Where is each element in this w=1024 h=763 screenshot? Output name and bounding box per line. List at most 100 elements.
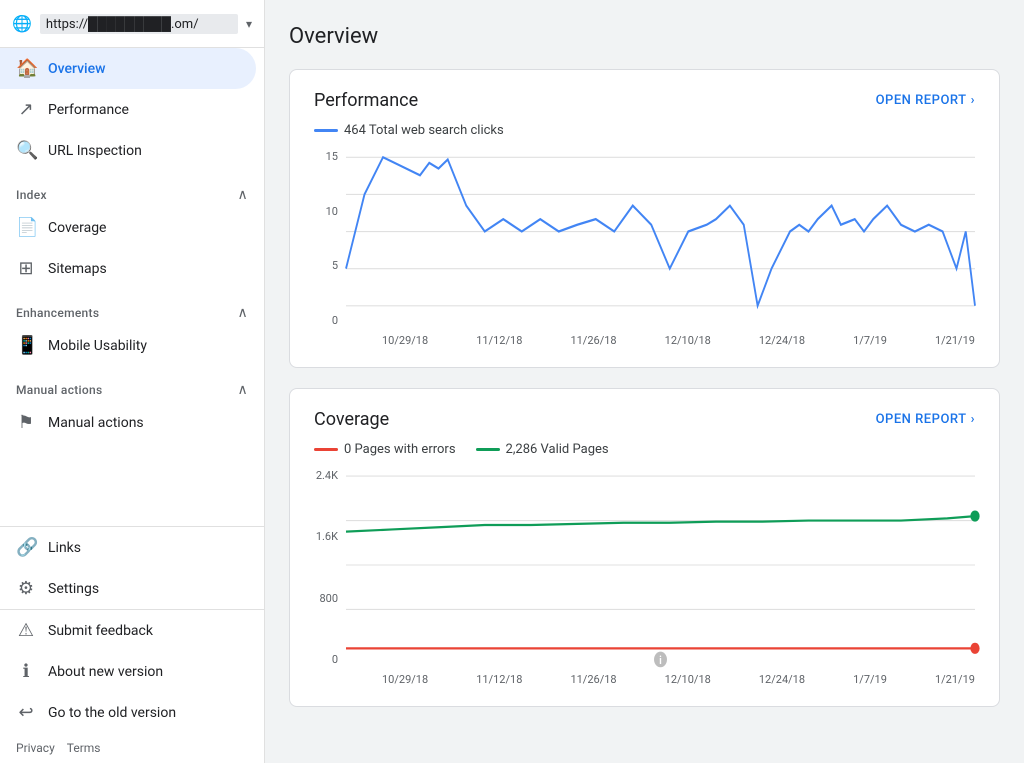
section-index: Index ∧ — [0, 171, 264, 207]
sidebar-footer: Privacy Terms — [0, 733, 264, 763]
nav-item-about-new-version[interactable]: ℹ About new version — [0, 651, 256, 692]
nav-item-mobile-usability[interactable]: 📱 Mobile Usability — [0, 325, 256, 366]
y-label-10: 10 — [326, 205, 338, 218]
sitemaps-icon: ⊞ — [16, 258, 36, 279]
section-enhancements-label: Enhancements — [16, 306, 99, 320]
nav-item-go-to-old[interactable]: ↩ Go to the old version — [0, 692, 256, 733]
x-label-1: 11/12/18 — [476, 334, 522, 347]
performance-chart-body: 10/29/18 11/12/18 11/26/18 12/10/18 12/2… — [346, 146, 975, 347]
mobile-icon: 📱 — [16, 335, 36, 356]
nav-item-overview[interactable]: 🏠 Overview — [0, 48, 256, 89]
coverage-legend-valid: 2,286 Valid Pages — [476, 442, 609, 457]
y-label-800: 800 — [319, 592, 338, 605]
cx-label-6: 1/21/19 — [935, 673, 975, 686]
nav-label-submit-feedback: Submit feedback — [48, 623, 153, 639]
performance-x-axis: 10/29/18 11/12/18 11/26/18 12/10/18 12/2… — [346, 330, 975, 347]
x-label-0: 10/29/18 — [382, 334, 428, 347]
performance-open-report-label: OPEN REPORT — [876, 93, 967, 108]
coverage-errors-line — [314, 448, 338, 451]
nav-item-sitemaps[interactable]: ⊞ Sitemaps — [0, 248, 256, 289]
performance-legend: 464 Total web search clicks — [314, 123, 975, 138]
site-url[interactable]: https://█████████.om/ — [40, 14, 238, 34]
section-manual-actions-label: Manual actions — [16, 383, 102, 397]
section-index-label: Index — [16, 188, 47, 202]
nav-label-performance: Performance — [48, 102, 129, 118]
nav-item-links[interactable]: 🔗 Links — [0, 527, 256, 568]
cx-label-2: 11/26/18 — [570, 673, 616, 686]
nav-item-coverage[interactable]: 📄 Coverage — [0, 207, 256, 248]
page-title: Overview — [289, 24, 1000, 49]
coverage-icon: 📄 — [16, 217, 36, 238]
cx-label-0: 10/29/18 — [382, 673, 428, 686]
coverage-card-header: Coverage OPEN REPORT › — [314, 409, 975, 430]
nav-item-submit-feedback[interactable]: ⚠ Submit feedback — [0, 610, 256, 651]
cx-label-5: 1/7/19 — [853, 673, 887, 686]
coverage-card: Coverage OPEN REPORT › 0 Pages with erro… — [289, 388, 1000, 707]
top-nav: 🏠 Overview ↗ Performance 🔍 URL Inspectio… — [0, 48, 264, 171]
coverage-chart-wrapper: 2.4K 1.6K 800 0 — [314, 465, 975, 686]
y-label-1600: 1.6K — [316, 530, 338, 543]
nav-label-go-to-old: Go to the old version — [48, 705, 176, 721]
nav-item-manual-actions[interactable]: ⚑ Manual actions — [0, 402, 256, 443]
coverage-open-report-button[interactable]: OPEN REPORT › — [876, 412, 975, 427]
sidebar: 🌐 https://█████████.om/ ▾ 🏠 Overview ↗ P… — [0, 0, 265, 763]
x-label-4: 12/24/18 — [759, 334, 805, 347]
home-icon: 🏠 — [16, 58, 36, 79]
nav-item-performance[interactable]: ↗ Performance — [0, 89, 256, 130]
nav-item-url-inspection[interactable]: 🔍 URL Inspection — [0, 130, 256, 171]
links-icon: 🔗 — [16, 537, 36, 558]
coverage-chart-body: i 10/29/18 11/12/18 11/26/18 12/10/18 12… — [346, 465, 975, 686]
performance-legend-item: 464 Total web search clicks — [314, 123, 504, 138]
settings-icon: ⚙ — [16, 578, 36, 599]
coverage-info-text: i — [659, 655, 662, 667]
x-label-6: 1/21/19 — [935, 334, 975, 347]
coverage-report-chevron-icon: › — [971, 412, 975, 427]
main-content: Overview Performance OPEN REPORT › 464 T… — [265, 0, 1024, 763]
section-manual-actions: Manual actions ∧ — [0, 366, 264, 402]
y-label-0c: 0 — [332, 653, 338, 666]
cx-label-1: 11/12/18 — [476, 673, 522, 686]
url-bar: 🌐 https://█████████.om/ ▾ — [0, 0, 264, 48]
coverage-chart-svg: i — [346, 465, 975, 665]
old-version-icon: ↩ — [16, 702, 36, 723]
terms-link[interactable]: Terms — [67, 741, 101, 755]
nav-label-coverage: Coverage — [48, 220, 106, 236]
bottom-nav: 🔗 Links ⚙ Settings ⚠ Submit feedback ℹ A… — [0, 526, 264, 733]
cx-label-4: 12/24/18 — [759, 673, 805, 686]
flag-icon: ⚑ — [16, 412, 36, 433]
y-label-15: 15 — [326, 150, 338, 163]
coverage-open-report-label: OPEN REPORT — [876, 412, 967, 427]
y-label-5: 5 — [332, 259, 338, 272]
coverage-errors-dot — [970, 643, 979, 654]
nav-item-settings[interactable]: ⚙ Settings — [0, 568, 256, 609]
collapse-index-icon[interactable]: ∧ — [237, 187, 248, 203]
performance-y-axis: 15 10 5 0 — [314, 146, 346, 347]
performance-open-report-button[interactable]: OPEN REPORT › — [876, 93, 975, 108]
globe-icon: 🌐 — [12, 14, 32, 33]
performance-card: Performance OPEN REPORT › 464 Total web … — [289, 69, 1000, 368]
x-label-2: 11/26/18 — [570, 334, 616, 347]
coverage-card-title: Coverage — [314, 409, 389, 430]
performance-report-chevron-icon: › — [971, 93, 975, 108]
collapse-manual-actions-icon[interactable]: ∧ — [237, 382, 248, 398]
cx-label-3: 12/10/18 — [665, 673, 711, 686]
url-dropdown-icon[interactable]: ▾ — [246, 17, 252, 31]
x-label-3: 12/10/18 — [665, 334, 711, 347]
nav-label-mobile-usability: Mobile Usability — [48, 338, 147, 354]
coverage-legend: 0 Pages with errors 2,286 Valid Pages — [314, 442, 975, 457]
nav-label-sitemaps: Sitemaps — [48, 261, 107, 277]
performance-icon: ↗ — [16, 99, 36, 120]
nav-label-url-inspection: URL Inspection — [48, 143, 142, 159]
search-icon: 🔍 — [16, 140, 36, 161]
coverage-valid-line — [476, 448, 500, 451]
x-label-5: 1/7/19 — [853, 334, 887, 347]
privacy-link[interactable]: Privacy — [16, 741, 55, 755]
nav-label-overview: Overview — [48, 61, 105, 77]
section-enhancements: Enhancements ∧ — [0, 289, 264, 325]
collapse-enhancements-icon[interactable]: ∧ — [237, 305, 248, 321]
nav-label-links: Links — [48, 540, 81, 556]
coverage-valid-dot — [970, 511, 979, 522]
performance-card-title: Performance — [314, 90, 418, 111]
coverage-legend-errors: 0 Pages with errors — [314, 442, 456, 457]
nav-label-about-new-version: About new version — [48, 664, 163, 680]
